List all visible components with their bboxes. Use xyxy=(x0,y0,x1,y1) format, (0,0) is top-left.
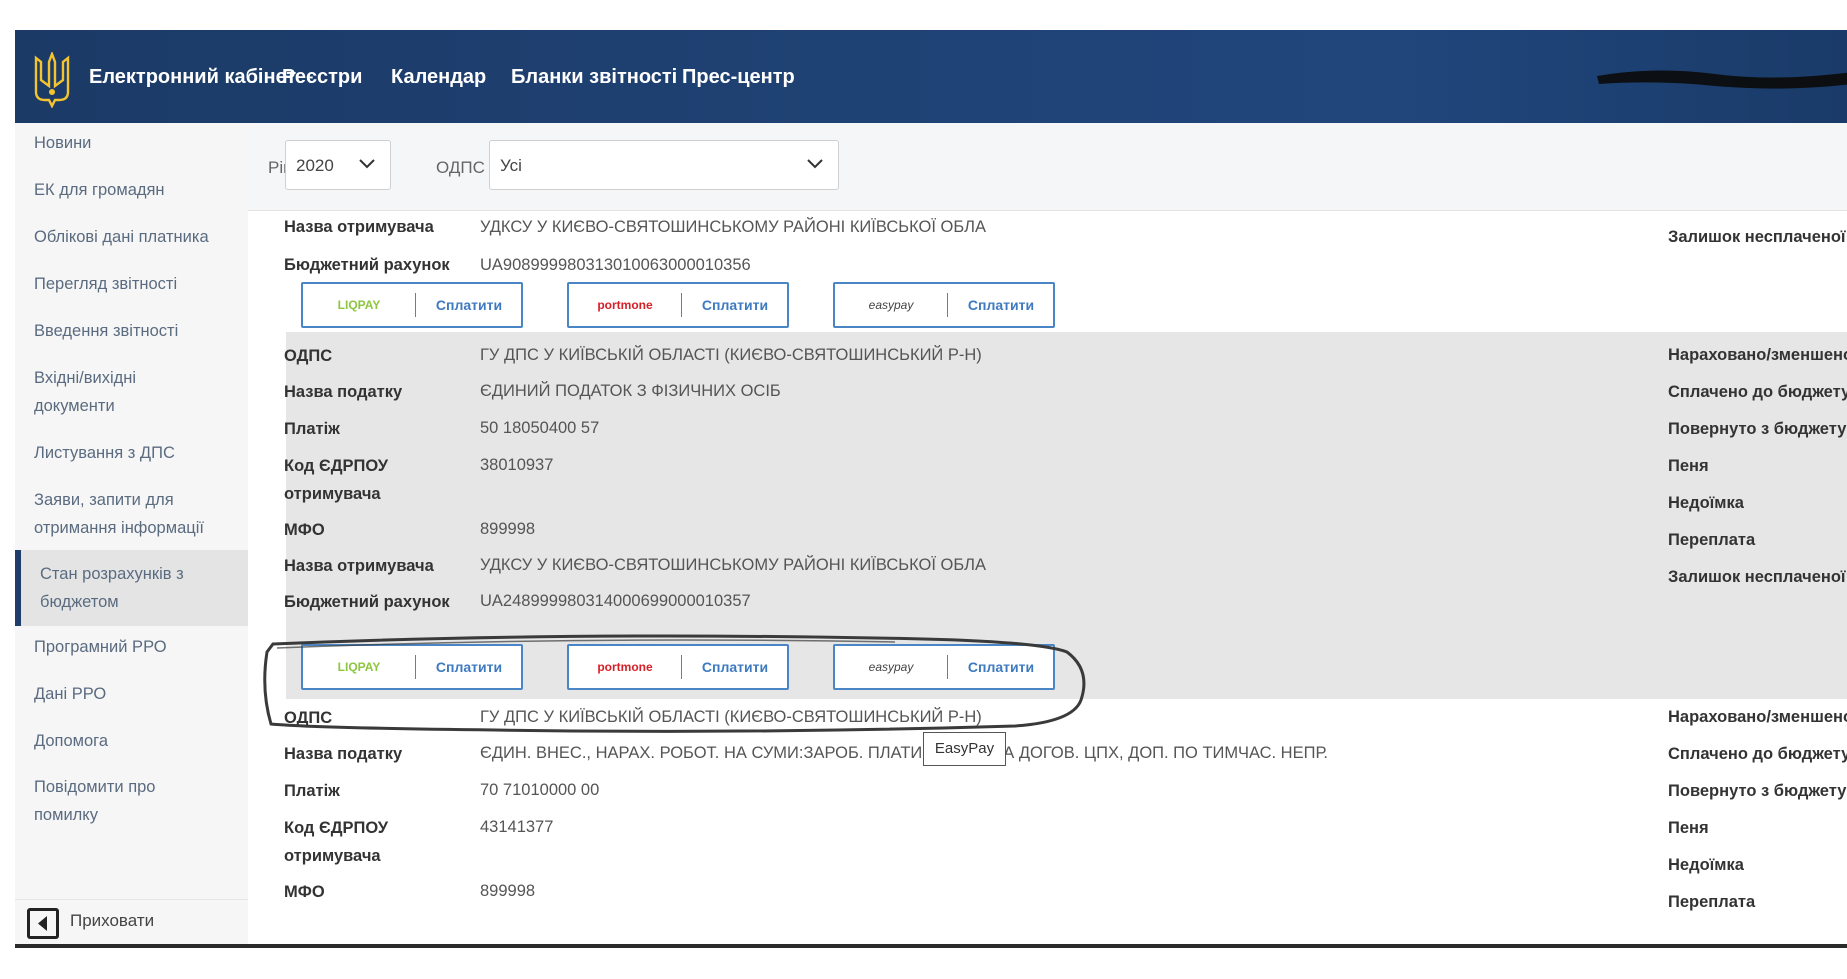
divider xyxy=(681,293,682,317)
penalty-balance-label: Залишок несплаченої пені xyxy=(1668,568,1847,586)
account-label: Бюджетний рахунок xyxy=(284,593,450,611)
payment-label: Платіж xyxy=(284,420,340,438)
tax-name-label: Назва податку xyxy=(284,383,403,401)
odps-select[interactable]: Усі xyxy=(489,140,839,190)
edrpou-label: Код ЄДРПОУ отримувача xyxy=(284,457,389,503)
tax-name-value: ЄДИНИЙ ПОДАТОК З ФІЗИЧНИХ ОСІБ xyxy=(480,382,781,400)
recipient-label: Назва отримувача xyxy=(284,557,434,575)
odps-label: ОДПС xyxy=(436,158,485,177)
mfo-label: МФО xyxy=(284,521,325,539)
divider xyxy=(947,293,948,317)
brand-title[interactable]: Електронний кабінет xyxy=(89,66,296,89)
easypay-logo-icon: easypay xyxy=(868,298,914,312)
liqpay-pay-button[interactable]: LIQPAY Сплатити xyxy=(301,282,523,328)
paid-label: Сплачено до бюджету xyxy=(1668,383,1847,401)
payment-value: 50 18050400 57 xyxy=(480,419,600,437)
top-header: Електронний кабінет Реєстри Календар Бла… xyxy=(15,30,1847,123)
sidebar-item-correspondence[interactable]: Листування з ДПС xyxy=(34,439,239,467)
hide-sidebar-button[interactable]: Приховати xyxy=(15,899,248,945)
bottom-border xyxy=(15,944,1847,948)
year-select-value: 2020 xyxy=(296,156,334,175)
tax-name-value: ЄДИН. ВНЕС., НАРАХ. РОБОТ. НА СУМИ:ЗАРОБ… xyxy=(480,744,1328,762)
easypay-pay-button[interactable]: easypay Сплатити xyxy=(833,282,1055,328)
sidebar-item-requests[interactable]: Заяви, запити для отримання інформації xyxy=(34,486,224,542)
app-window: Електронний кабінет Реєстри Календар Бла… xyxy=(15,30,1847,945)
odps-field-label: ОДПС xyxy=(284,347,333,365)
sidebar-item-documents[interactable]: Вхідні/вихідні документи xyxy=(34,364,214,420)
sidebar-item-news[interactable]: Новини xyxy=(34,129,239,157)
sidebar: Новини ЕК для громадян Облікові дані пла… xyxy=(15,123,248,945)
redacted-user-name xyxy=(1597,70,1847,89)
accrued-label: Нараховано/зменшено xyxy=(1668,708,1847,726)
penalty-balance-label: Залишок несплаченої пені xyxy=(1668,228,1847,246)
edrpou-value: 43141377 xyxy=(480,818,554,836)
tax-name-label: Назва податку xyxy=(284,745,403,763)
sidebar-item-software-rro[interactable]: Програмний РРО xyxy=(34,633,239,661)
recipient-value: УДКСУ У КИЄВО-СВЯТОШИНСЬКОМУ РАЙОНІ КИЇВ… xyxy=(480,556,986,574)
divider xyxy=(415,293,416,317)
penalty-label: Пеня xyxy=(1668,457,1709,475)
penalty-label: Пеня xyxy=(1668,819,1709,837)
mfo-value: 899998 xyxy=(480,882,536,900)
overpayment-label: Переплата xyxy=(1668,893,1756,911)
mfo-label: МФО xyxy=(284,883,325,901)
sidebar-item-budget-settlements[interactable]: Стан розрахунків з бюджетом xyxy=(40,560,210,616)
pay-label: Сплатити xyxy=(435,297,503,313)
returned-label: Повернуто з бюджету xyxy=(1668,420,1847,438)
nav-registries[interactable]: Реєстри xyxy=(282,66,362,89)
returned-label: Повернуто з бюджету xyxy=(1668,782,1847,800)
sidebar-item-view-reports[interactable]: Перегляд звітності xyxy=(34,270,239,298)
liqpay-logo-icon: LIQPAY xyxy=(337,298,381,312)
record-block-3: ОДПС ГУ ДПС У КИЇВСЬКІЙ ОБЛАСТІ (КИЄВО-С… xyxy=(284,704,1847,945)
recipient-value: УДКСУ У КИЄВО-СВЯТОШИНСЬКОМУ РАЙОНІ КИЇВ… xyxy=(480,218,986,236)
overpayment-label: Переплата xyxy=(1668,531,1756,549)
edrpou-value: 38010937 xyxy=(480,456,554,474)
payment-label: Платіж xyxy=(284,782,340,800)
sidebar-item-payer-data[interactable]: Облікові дані платника xyxy=(34,223,239,251)
sidebar-item-enter-reports[interactable]: Введення звітності xyxy=(34,317,239,345)
collapse-left-icon xyxy=(27,908,59,939)
sidebar-item-citizens[interactable]: ЕК для громадян xyxy=(34,176,239,204)
sidebar-item-report-error[interactable]: Повідомити про помилку xyxy=(34,773,194,829)
pay-label: Сплатити xyxy=(967,297,1035,313)
odps-select-value: Усі xyxy=(500,156,522,175)
nav-press-center[interactable]: Прес-центр xyxy=(682,66,795,89)
payment-value: 70 71010000 00 xyxy=(480,781,600,799)
odps-value: ГУ ДПС У КИЇВСЬКІЙ ОБЛАСТІ (КИЄВО-СВЯТОШ… xyxy=(480,346,982,364)
mfo-value: 899998 xyxy=(480,520,536,538)
sidebar-item-rro-data[interactable]: Дані РРО xyxy=(34,680,239,708)
arrears-label: Недоїмка xyxy=(1668,494,1744,512)
account-value: UA248999980314000699000010357 xyxy=(480,592,751,610)
nav-calendar[interactable]: Календар xyxy=(391,66,486,89)
account-label: Бюджетний рахунок xyxy=(284,256,450,274)
portmone-pay-button[interactable]: portmone Сплатити xyxy=(567,282,789,328)
settlements-list: Назва отримувача УДКСУ У КИЄВО-СВЯТОШИНС… xyxy=(248,212,1847,945)
nav-report-forms[interactable]: Бланки звітності xyxy=(511,66,677,89)
trident-logo-icon[interactable] xyxy=(33,52,71,108)
chevron-down-icon xyxy=(807,159,823,169)
filter-bar: Рік 2020 ОДПС Усі xyxy=(248,123,1847,211)
account-value: UA908999980313010063000010356 xyxy=(480,256,751,274)
year-select[interactable]: 2020 xyxy=(285,140,391,190)
arrears-label: Недоїмка xyxy=(1668,856,1744,874)
pay-label: Сплатити xyxy=(701,297,769,313)
portmone-logo-icon: portmone xyxy=(597,298,653,312)
sidebar-item-help[interactable]: Допомога xyxy=(34,727,239,755)
hide-sidebar-label: Приховати xyxy=(70,911,155,930)
paid-label: Сплачено до бюджету xyxy=(1668,745,1847,763)
hand-drawn-highlight xyxy=(263,634,1086,733)
recipient-label: Назва отримувача xyxy=(284,218,434,236)
edrpou-label: Код ЄДРПОУ отримувача xyxy=(284,819,389,865)
accrued-label: Нараховано/зменшено xyxy=(1668,346,1847,364)
chevron-down-icon xyxy=(359,159,375,169)
